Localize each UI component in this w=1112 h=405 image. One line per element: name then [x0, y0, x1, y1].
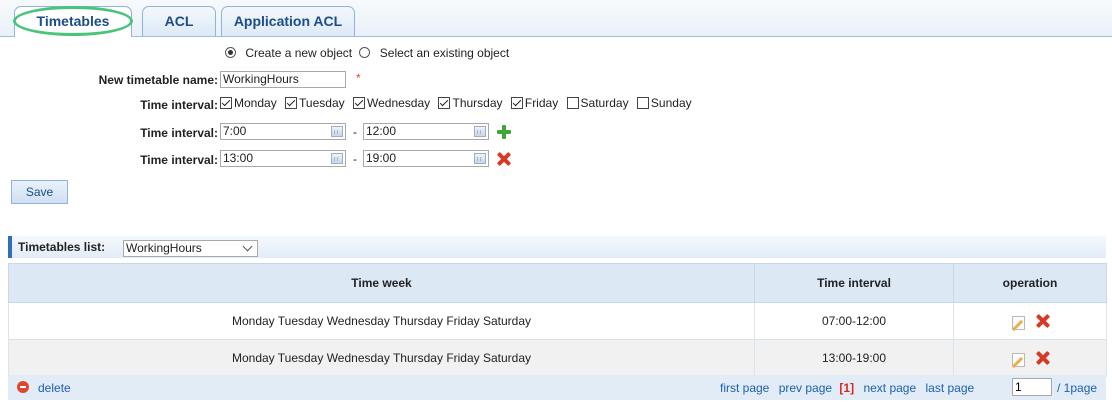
day-label: Sunday — [650, 96, 692, 110]
current-page: [1] — [839, 381, 855, 395]
checkbox-friday[interactable] — [510, 97, 523, 109]
day-checkboxes: Monday Tuesday Wednesday Thursday Friday… — [220, 96, 697, 110]
days-label: Time interval: — [140, 98, 218, 112]
delete-link[interactable]: delete — [38, 381, 71, 395]
table-footer: delete first page prev page [1] next pag… — [8, 375, 1106, 400]
cell-time-week: Monday Tuesday Wednesday Thursday Friday… — [8, 339, 755, 377]
save-button[interactable]: Save — [11, 180, 68, 204]
checkbox-sunday[interactable] — [636, 97, 649, 109]
delete-icon[interactable] — [1036, 314, 1050, 328]
mode-selector: Create a new object Select an existing o… — [225, 46, 509, 60]
column-header: Time week — [8, 263, 755, 303]
tab-acl[interactable]: ACL — [142, 6, 216, 36]
timetables-table: Time week Time interval operation Monday… — [8, 263, 1107, 377]
cell-operation — [953, 302, 1107, 340]
delete-circle-icon[interactable] — [17, 381, 29, 393]
timetable-select-value: WorkingHours — [126, 241, 202, 255]
name-label: New timetable name: — [98, 73, 218, 87]
remove-icon[interactable] — [497, 152, 511, 166]
radio-select-existing-label: Select an existing object — [379, 46, 510, 60]
pagination: first page prev page [1] next page last … — [720, 381, 974, 395]
radio-select-existing[interactable] — [359, 47, 371, 58]
timetable-select[interactable]: WorkingHours — [123, 240, 258, 257]
day-label: Monday — [234, 96, 277, 110]
interval-2-start-input[interactable]: 13:00 — [220, 150, 346, 167]
day-label: Saturday — [580, 96, 629, 110]
day-label: Thursday — [452, 96, 503, 110]
day-label: Wednesday — [366, 96, 431, 110]
timetable-name-input[interactable]: WorkingHours — [220, 71, 346, 88]
column-header: operation — [953, 263, 1107, 303]
cell-time-week: Monday Tuesday Wednesday Thursday Friday… — [8, 302, 755, 340]
checkbox-wednesday[interactable] — [352, 97, 365, 109]
cell-time-interval: 13:00-19:00 — [754, 339, 954, 377]
tab-application-acl[interactable]: Application ACL — [221, 6, 355, 36]
radio-create-new-label: Create a new object — [245, 46, 353, 60]
tab-timetables[interactable]: Timetables — [14, 6, 132, 37]
day-label: Tuesday — [299, 96, 345, 110]
last-page-link[interactable]: last page — [926, 381, 975, 395]
cell-time-interval: 07:00-12:00 — [754, 302, 954, 340]
table-row: Monday Tuesday Wednesday Thursday Friday… — [8, 339, 1107, 377]
first-page-link[interactable]: first page — [720, 381, 769, 395]
calendar-icon[interactable] — [474, 153, 486, 164]
radio-create-new[interactable] — [225, 47, 236, 58]
checkbox-tuesday[interactable] — [285, 97, 298, 109]
table-header-row: Time week Time interval operation — [8, 263, 1107, 303]
page-total: / 1page — [1057, 381, 1098, 395]
table-row: Monday Tuesday Wednesday Thursday Friday… — [8, 302, 1107, 340]
interval-separator: - — [353, 152, 357, 166]
calendar-icon[interactable] — [331, 126, 343, 137]
interval-label: Time interval: — [140, 126, 218, 140]
interval-separator: - — [353, 125, 357, 139]
next-page-link[interactable]: next page — [863, 381, 916, 395]
prev-page-link[interactable]: prev page — [779, 381, 832, 395]
calendar-icon[interactable] — [331, 153, 343, 164]
interval-1-end-input[interactable]: 12:00 — [363, 123, 489, 140]
edit-icon[interactable] — [1011, 350, 1026, 367]
column-header: Time interval — [754, 263, 954, 303]
add-icon[interactable] — [497, 125, 511, 139]
checkbox-saturday[interactable] — [566, 97, 579, 109]
interval-2-end-input[interactable]: 19:00 — [363, 150, 489, 167]
required-mark: * — [356, 71, 361, 85]
page-number-input[interactable] — [1012, 378, 1052, 396]
list-title: Timetables list: — [18, 240, 106, 254]
calendar-icon[interactable] — [474, 126, 486, 137]
delete-icon[interactable] — [1036, 351, 1050, 365]
chevron-down-icon — [242, 241, 253, 252]
interval-label: Time interval: — [140, 153, 218, 167]
interval-1-start-input[interactable]: 7:00 — [220, 123, 346, 140]
checkbox-thursday[interactable] — [438, 97, 451, 109]
day-label: Friday — [524, 96, 559, 110]
cell-operation — [953, 339, 1107, 377]
checkbox-monday[interactable] — [220, 97, 232, 109]
tab-bar: Timetables ACL Application ACL — [0, 0, 1112, 37]
edit-icon[interactable] — [1011, 313, 1026, 330]
